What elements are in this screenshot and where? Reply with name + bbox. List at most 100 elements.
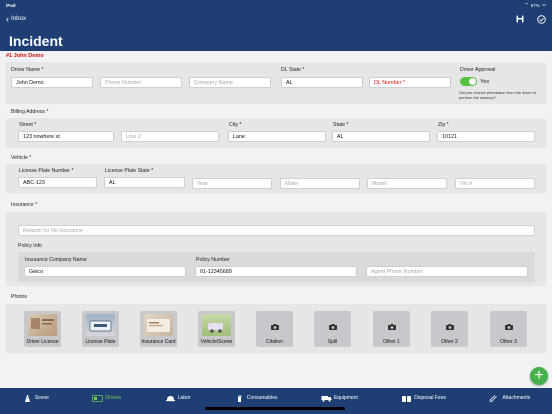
model-field[interactable]: Model — [367, 178, 447, 189]
camera-icon — [329, 324, 337, 330]
spray-icon — [237, 395, 242, 402]
tab-disposal-fees[interactable]: Disposal Fees — [380, 388, 468, 408]
status-bar: iPad ⌔ 67% ▭ — [0, 0, 552, 10]
photo-insurance-card[interactable]: Insurance Card — [140, 311, 177, 347]
battery-percent: 67% — [530, 2, 540, 8]
tab-scene[interactable]: Scene — [0, 388, 71, 408]
chevron-left-icon: ‹ — [6, 13, 9, 24]
save-icon[interactable] — [515, 14, 525, 24]
driver-approval-toggle[interactable] — [460, 77, 477, 86]
line2-field[interactable]: Line 2 — [121, 131, 219, 142]
photo-label: Insurance Card — [141, 338, 176, 345]
zip-label: Zip * — [438, 122, 449, 128]
tab-label: Scene — [34, 395, 49, 401]
dl-number-field[interactable]: DL Number * — [369, 77, 451, 88]
no-insurance-reason-field[interactable]: Reason for No Insurance — [18, 225, 535, 236]
photo-citation[interactable]: Citation — [256, 311, 293, 347]
street-field[interactable]: 123 nowhere st — [18, 131, 114, 142]
tab-label: Attachments — [502, 395, 531, 401]
photo-label: Driver License — [26, 338, 59, 345]
checkmark-circle-icon[interactable] — [536, 14, 546, 24]
photo-other-2[interactable]: Other 2 — [431, 311, 468, 347]
phone-number-field[interactable]: Phone Number — [100, 77, 182, 88]
policy-info-label: Policy Info — [18, 243, 42, 249]
add-button[interactable]: + — [530, 367, 548, 385]
policy-number-field[interactable]: 01-12345689 — [195, 266, 357, 277]
scene-thumbnail — [202, 314, 231, 336]
insurance-label: Insurance * — [11, 202, 38, 208]
policy-number-label: Policy Number — [196, 257, 230, 263]
plus-icon: + — [534, 367, 544, 384]
company-name-field[interactable]: Company Name — [189, 77, 271, 88]
city-field[interactable]: Lane — [228, 131, 326, 142]
incident-screen: iPad ⌔ 67% ▭ ‹ Inbox Incident #1 John De… — [0, 0, 552, 414]
photo-license-plate[interactable]: License Plate — [82, 311, 119, 347]
license-plate-number-label: License Plate Number * — [19, 168, 74, 174]
tab-drivers[interactable]: Drivers — [71, 388, 143, 408]
license-thumbnail — [28, 314, 57, 336]
card-thumbnail — [144, 314, 173, 336]
nav-actions — [515, 14, 546, 24]
state-field[interactable]: AL — [332, 131, 430, 142]
battery-icon: ▭ — [541, 2, 546, 7]
incident-subtitle: #1 John Demo — [6, 53, 44, 59]
camera-icon — [446, 324, 454, 330]
driver-name-field[interactable]: John Demo — [11, 77, 93, 88]
photo-label: Citation — [266, 338, 283, 345]
vin-field[interactable]: Vin # — [455, 178, 535, 189]
license-plate-state-field[interactable]: AL — [104, 177, 185, 188]
tab-labor[interactable]: Labor — [143, 388, 212, 408]
photo-label: Other 2 — [441, 338, 458, 345]
street-label: Street * — [19, 122, 37, 128]
tab-label: Equipment — [333, 395, 358, 401]
year-field[interactable]: Year — [192, 178, 272, 189]
dl-state-field[interactable]: AL — [281, 77, 363, 88]
photo-label: Other 1 — [383, 338, 400, 345]
tab-equipment[interactable]: Equipment — [299, 388, 379, 408]
tab-attachments[interactable]: Attachments — [468, 388, 552, 408]
driver-approval-note: Did you receive permission from the driv… — [459, 90, 537, 100]
agent-phone-field[interactable]: Agent Phone Number — [366, 266, 528, 277]
road-icon — [24, 394, 30, 402]
make-field[interactable]: Make — [280, 178, 360, 189]
driver-approval-value: Yes — [480, 79, 490, 85]
photo-label: Other 3 — [500, 338, 517, 345]
home-indicator — [205, 407, 345, 410]
photo-other-1[interactable]: Other 1 — [373, 311, 410, 347]
photo-vehicle-scene[interactable]: Vehicle/Scene — [198, 311, 235, 347]
barrels-icon — [402, 395, 412, 402]
license-plate-state-label: License Plate State * — [105, 168, 154, 174]
tab-bar: Scene Drivers Labor Consumables Equipmen… — [0, 388, 552, 414]
tab-label: Labor — [177, 395, 191, 401]
dl-state-label: DL State * — [281, 67, 305, 73]
license-plate-number-field[interactable]: ABC-123 — [18, 177, 97, 188]
city-label: City * — [229, 122, 242, 128]
tab-label: Drivers — [105, 395, 122, 401]
navigation-bar: ‹ Inbox Incident — [0, 10, 552, 51]
billing-address-label: Billing Address * — [11, 109, 49, 115]
photo-label: License Plate — [85, 338, 116, 345]
truck-icon — [321, 395, 332, 402]
photos-label: Photos — [11, 294, 28, 300]
hard-hat-icon — [165, 395, 175, 401]
camera-icon — [388, 324, 396, 330]
photo-spill[interactable]: Spill — [314, 311, 351, 347]
photo-driver-license[interactable]: Driver License — [24, 311, 61, 347]
camera-icon — [505, 324, 513, 330]
zip-field[interactable]: 10121 — [437, 131, 535, 142]
license-card-icon — [92, 394, 104, 402]
status-right: ⌔ 67% ▭ — [524, 2, 546, 8]
back-button[interactable]: ‹ Inbox — [6, 13, 26, 24]
plate-thumbnail — [86, 314, 115, 336]
photo-other-3[interactable]: Other 3 — [490, 311, 527, 347]
camera-icon — [271, 324, 279, 330]
driver-approval-label: Driver Approval — [460, 67, 496, 73]
status-time: iPad — [6, 2, 16, 8]
insurance-company-field[interactable]: Geico — [24, 266, 186, 277]
tab-label: Disposal Fees — [414, 395, 446, 401]
toggle-knob — [469, 78, 476, 85]
state-label: State * — [333, 122, 349, 128]
tab-consumables[interactable]: Consumables — [212, 388, 299, 408]
wifi-icon: ⌔ — [524, 2, 529, 7]
page-title: Incident — [9, 33, 63, 49]
